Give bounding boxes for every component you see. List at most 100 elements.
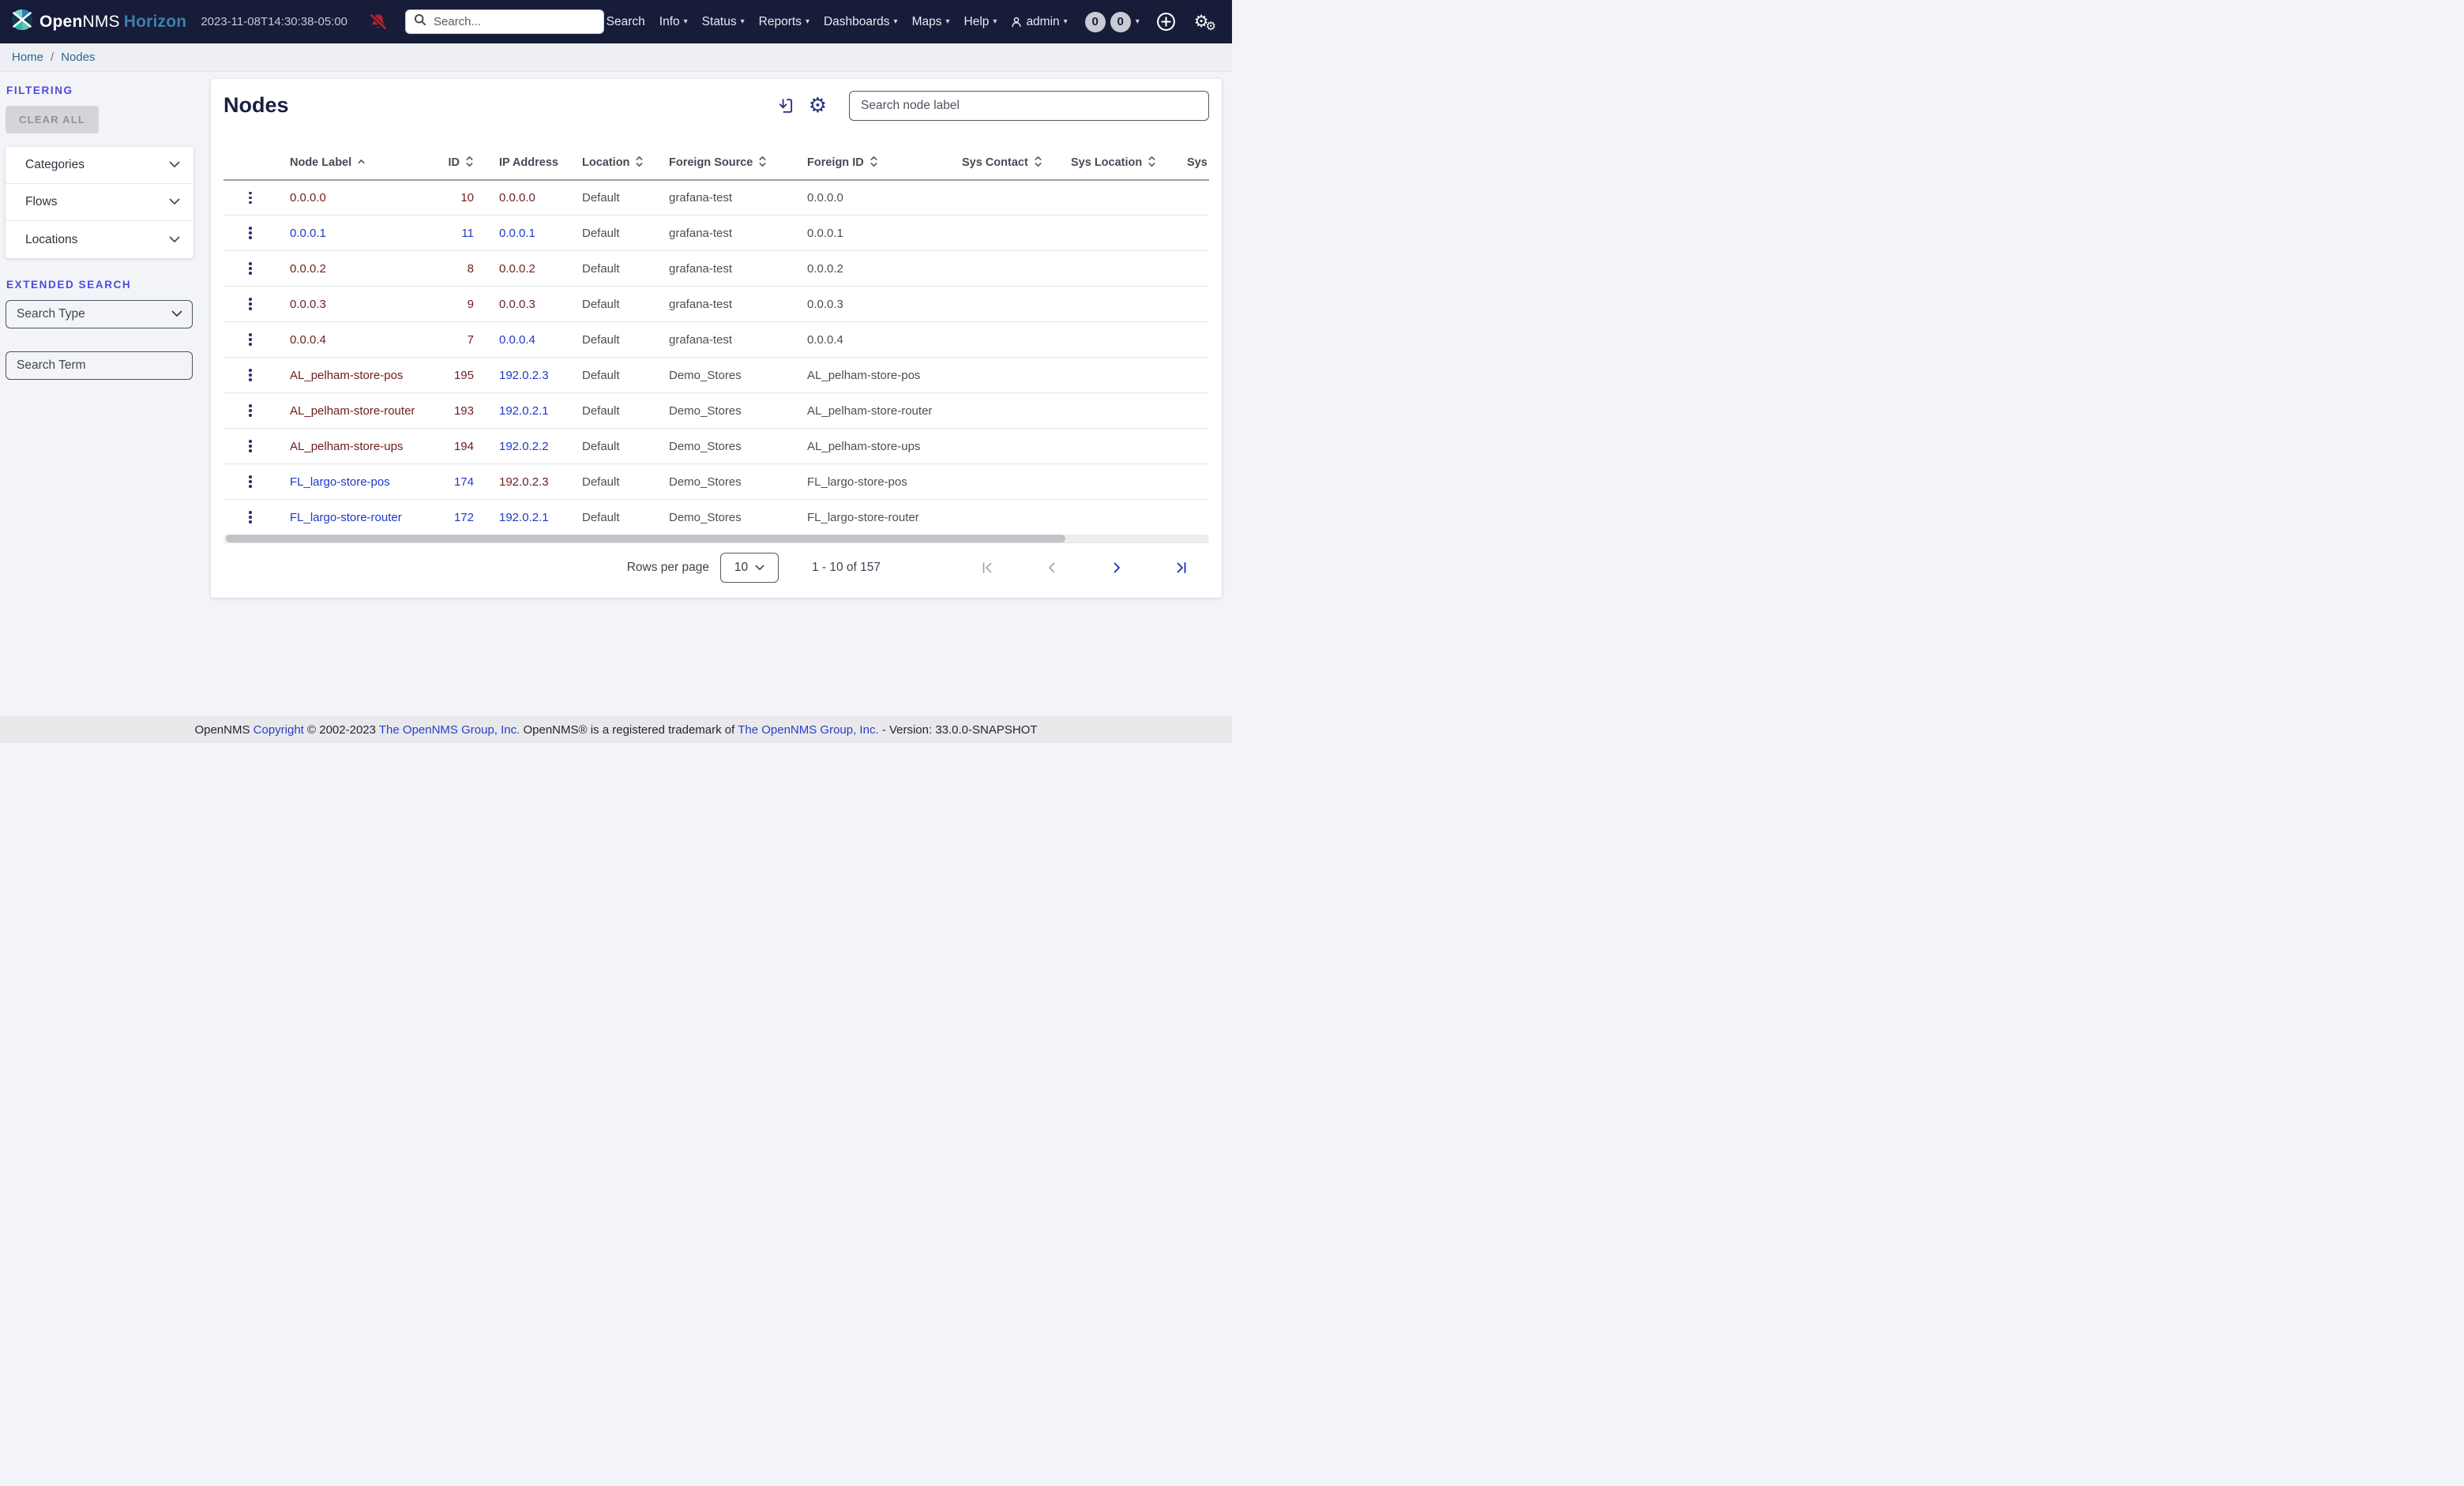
horizontal-scrollbar[interactable] xyxy=(223,535,1209,543)
accordion-categories[interactable]: Categories xyxy=(6,147,193,184)
column-header-sys-location[interactable]: Sys Location xyxy=(1071,155,1156,171)
row-actions-kebab-icon[interactable] xyxy=(244,400,257,422)
accordion-flows[interactable]: Flows xyxy=(6,184,193,221)
node-ip-link[interactable]: 192.0.2.3 xyxy=(499,475,549,489)
nav-item-reports[interactable]: Reports ▾ xyxy=(759,15,809,29)
node-label-link[interactable]: FL_largo-store-router xyxy=(290,511,402,524)
node-label-link[interactable]: 0.0.0.3 xyxy=(290,298,326,311)
table-settings-gear-icon[interactable]: ⚙ xyxy=(807,94,828,118)
nav-item-maps[interactable]: Maps ▾ xyxy=(912,15,950,29)
node-id-link[interactable]: 174 xyxy=(454,475,474,489)
node-id-link[interactable]: 9 xyxy=(468,298,474,311)
node-ip-link[interactable]: 0.0.0.2 xyxy=(499,262,535,276)
next-page-icon[interactable] xyxy=(1106,557,1127,578)
footer-link[interactable]: The OpenNMS Group, Inc. xyxy=(738,723,878,737)
node-location-cell: Default xyxy=(569,179,656,216)
node-ip-link[interactable]: 0.0.0.0 xyxy=(499,191,535,205)
last-page-icon[interactable] xyxy=(1171,557,1192,578)
node-ip-link[interactable]: 192.0.2.2 xyxy=(499,440,549,453)
row-actions-kebab-icon[interactable] xyxy=(244,506,257,529)
node-id-link[interactable]: 195 xyxy=(454,369,474,382)
nav-item-search[interactable]: Search ▾ xyxy=(607,15,645,29)
column-header-sys-contact[interactable]: Sys Contact xyxy=(962,155,1042,171)
node-id-link[interactable]: 11 xyxy=(461,227,474,240)
node-ip-link[interactable]: 0.0.0.1 xyxy=(499,227,535,240)
export-download-icon[interactable] xyxy=(776,96,796,116)
footer-link[interactable]: Copyright xyxy=(254,723,304,737)
row-actions-kebab-icon[interactable] xyxy=(244,471,257,493)
row-actions-kebab-icon[interactable] xyxy=(244,257,257,280)
row-actions-kebab-icon[interactable] xyxy=(244,328,257,351)
node-location-cell: Default xyxy=(569,321,656,358)
row-actions-kebab-icon[interactable] xyxy=(244,222,257,245)
node-label-link[interactable]: AL_pelham-store-router xyxy=(290,404,415,418)
node-id-link[interactable]: 8 xyxy=(468,262,474,276)
row-actions-kebab-icon[interactable] xyxy=(244,293,257,316)
quick-add-node-icon[interactable] xyxy=(1154,9,1178,34)
node-foreign-source-cell: grafana-test xyxy=(656,250,794,287)
node-label-link[interactable]: FL_largo-store-pos xyxy=(290,475,390,489)
notices-badge[interactable]: 0 xyxy=(1084,11,1106,32)
node-foreign-source-cell: Demo_Stores xyxy=(656,357,794,394)
notification-badges[interactable]: 0 0 ▾ xyxy=(1084,11,1140,32)
node-sys-description-cell xyxy=(1174,428,1209,465)
row-actions-kebab-icon[interactable] xyxy=(244,364,257,387)
node-id-link[interactable]: 10 xyxy=(460,191,474,205)
nav-item-admin[interactable]: admin ▾ xyxy=(1011,15,1068,29)
row-actions-kebab-icon[interactable] xyxy=(244,435,257,458)
node-foreign-id-cell: 0.0.0.4 xyxy=(794,321,949,358)
first-page-icon[interactable] xyxy=(977,557,997,578)
horizontal-scrollbar-thumb[interactable] xyxy=(226,535,1065,543)
column-header-id[interactable]: ID xyxy=(449,155,475,171)
node-label-link[interactable]: 0.0.0.4 xyxy=(290,333,326,347)
previous-page-icon[interactable] xyxy=(1042,557,1062,578)
node-sys-contact-cell xyxy=(949,179,1058,216)
rows-per-page-label: Rows per page xyxy=(626,560,709,574)
node-label-link[interactable]: 0.0.0.1 xyxy=(290,227,326,240)
row-actions-kebab-icon[interactable] xyxy=(244,186,257,209)
table-row: 0.0.0.2 8 0.0.0.2 Default grafana-test 0… xyxy=(223,250,1209,287)
filtering-heading: FILTERING xyxy=(6,84,73,96)
node-label-link[interactable]: AL_pelham-store-ups xyxy=(290,440,403,453)
search-type-select[interactable]: Search Type xyxy=(6,300,193,328)
clear-all-button[interactable]: CLEAR ALL xyxy=(6,106,99,133)
brand-logo[interactable]: OpenNMS Horizon xyxy=(11,9,186,35)
node-label-link[interactable]: AL_pelham-store-pos xyxy=(290,369,403,382)
footer-link[interactable]: The OpenNMS Group, Inc. xyxy=(379,723,520,737)
column-header-location[interactable]: Location xyxy=(582,155,644,171)
nav-item-status[interactable]: Status ▾ xyxy=(702,15,745,29)
notifications-off-bell-icon[interactable] xyxy=(368,12,389,32)
rows-per-page-select[interactable]: 10 xyxy=(719,552,779,583)
nav-item-dashboards[interactable]: Dashboards ▾ xyxy=(824,15,898,29)
column-header-sys-description[interactable]: Sys Description xyxy=(1187,155,1209,171)
global-search-input[interactable] xyxy=(434,15,595,28)
nav-item-info[interactable]: Info ▾ xyxy=(659,15,688,29)
node-label-search-input[interactable] xyxy=(861,98,1197,113)
node-ip-link[interactable]: 192.0.2.1 xyxy=(499,404,549,418)
node-ip-link[interactable]: 192.0.2.1 xyxy=(499,511,549,524)
node-id-link[interactable]: 193 xyxy=(454,404,474,418)
node-label-link[interactable]: 0.0.0.2 xyxy=(290,262,326,276)
node-ip-link[interactable]: 192.0.2.3 xyxy=(499,369,549,382)
search-term-input[interactable] xyxy=(17,358,182,373)
column-header-node-label[interactable]: Node Label xyxy=(290,156,366,169)
node-foreign-source-cell: Demo_Stores xyxy=(656,392,794,430)
node-ip-link[interactable]: 0.0.0.4 xyxy=(499,333,535,347)
node-ip-link[interactable]: 0.0.0.3 xyxy=(499,298,535,311)
column-header-foreign-id[interactable]: Foreign ID xyxy=(807,155,878,171)
chevron-down-icon xyxy=(755,565,764,570)
node-sys-contact-cell xyxy=(949,357,1058,394)
opennms-logo-icon xyxy=(11,9,33,35)
node-label-link[interactable]: 0.0.0.0 xyxy=(290,191,326,205)
outages-badge[interactable]: 0 xyxy=(1110,11,1131,32)
nav-item-help[interactable]: Help ▾ xyxy=(964,15,997,29)
accordion-locations[interactable]: Locations xyxy=(6,221,193,258)
breadcrumb-nodes[interactable]: Nodes xyxy=(61,51,95,64)
pagination-range-text: 1 - 10 of 157 xyxy=(811,560,881,574)
breadcrumb-home[interactable]: Home xyxy=(12,51,43,64)
node-id-link[interactable]: 7 xyxy=(468,333,474,347)
admin-gears-icon[interactable]: ⚙ ⚙ xyxy=(1193,12,1221,32)
column-header-foreign-source[interactable]: Foreign Source xyxy=(669,155,767,171)
node-id-link[interactable]: 194 xyxy=(454,440,474,453)
node-id-link[interactable]: 172 xyxy=(454,511,474,524)
